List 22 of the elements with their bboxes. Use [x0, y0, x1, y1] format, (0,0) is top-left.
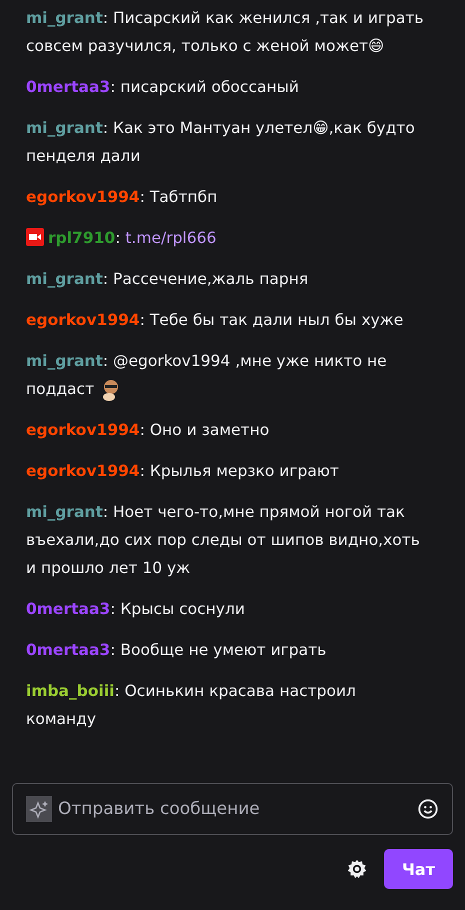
chat-message: 0mertaa3: писарский обоссаный	[26, 77, 300, 98]
chat-message: egorkov1994: Крылья мерзко играют	[26, 461, 340, 482]
chat-message: mi_grant: Как это Мантуан улетел😁,как будто пенделя дали	[26, 118, 416, 167]
chat-message: mi_grant: Ноет чего-то,мне прямой ногой так въехали,до сих пор следы от шипов видно,хоть и прошло лет 10 уж	[26, 502, 421, 579]
chat-message: egorkov1994: Оно и заметно	[26, 420, 270, 441]
chat-message: egorkov1994: Табтпбп	[26, 187, 218, 208]
chat-message: 0mertaa3: Вообще не умеют играть	[26, 640, 328, 661]
chat-message: 0mertaa3: Крысы соснули	[26, 599, 246, 620]
message-link[interactable]: t.me/rpl666	[125, 229, 216, 247]
chat-message: imba_boiii: Осинькин красава настроил команду	[26, 681, 357, 730]
settings-icon[interactable]	[346, 858, 368, 880]
chat-message: rpl7910: t.me/rpl666	[26, 224, 425, 252]
emoji-icon[interactable]	[417, 798, 439, 820]
sparkle-icon[interactable]	[26, 796, 52, 822]
message-input[interactable]: Отправить сообщение	[12, 783, 453, 835]
message-field[interactable]: Отправить сообщение	[56, 798, 413, 820]
chat-message: mi_grant: Рассечение,жаль парня	[26, 269, 310, 290]
chat-message: mi_grant: @egorkov1994 ,мне уже никто не поддаст	[26, 347, 425, 403]
chat-message: egorkov1994: Тебе бы так дали ныл бы хуже	[26, 310, 404, 331]
camera-badge-icon	[26, 228, 44, 246]
chat-button[interactable]: Чат	[384, 849, 453, 889]
chat-message: mi_grant: Писарский как женился ,так и играть совсем разучился, только с женой может😄	[26, 8, 425, 57]
